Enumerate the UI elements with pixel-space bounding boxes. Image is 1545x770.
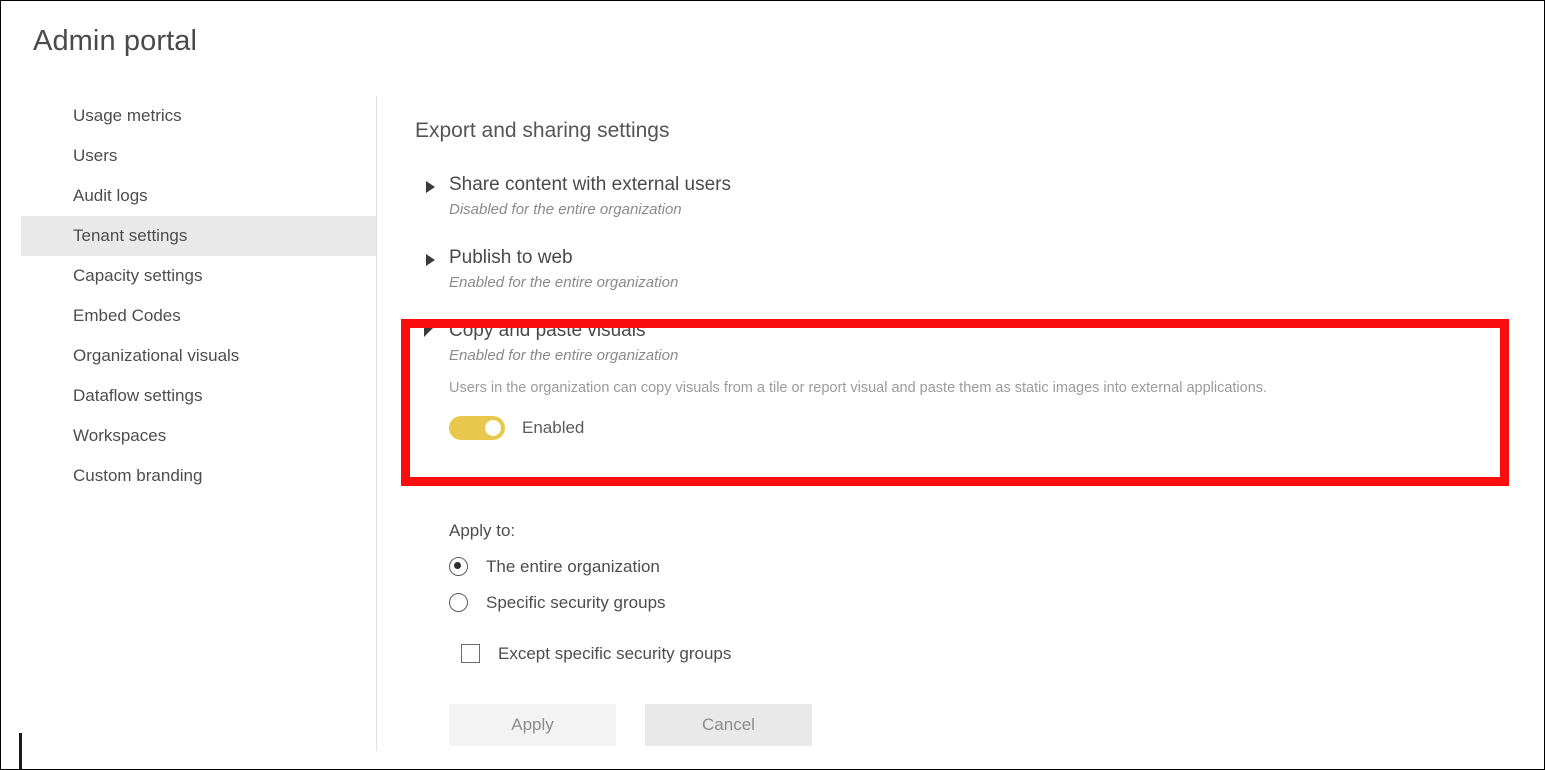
radio-label: The entire organization bbox=[486, 556, 660, 576]
setting-title[interactable]: Share content with external users bbox=[449, 173, 1515, 196]
radio-row-specific-security-groups[interactable]: Specific security groups bbox=[449, 589, 1149, 616]
sidebar-item-label: Audit logs bbox=[73, 186, 148, 205]
radio-entire-organization[interactable] bbox=[449, 557, 468, 576]
sidebar-item-label: Capacity settings bbox=[73, 266, 203, 285]
sidebar-item-tenant-settings[interactable]: Tenant settings bbox=[21, 216, 376, 256]
apply-to-group: Apply to: The entire organization Specif… bbox=[449, 521, 1149, 676]
chevron-right-icon[interactable] bbox=[426, 181, 435, 193]
sidebar-divider bbox=[376, 96, 377, 751]
toggle-knob bbox=[485, 420, 501, 436]
checkbox-row-except-specific-security-groups[interactable]: Except specific security groups bbox=[449, 640, 1149, 667]
cancel-button[interactable]: Cancel bbox=[645, 704, 812, 746]
radio-specific-security-groups[interactable] bbox=[449, 593, 468, 612]
sidebar-item-usage-metrics[interactable]: Usage metrics bbox=[21, 96, 376, 136]
setting-publish-to-web[interactable]: Publish to web Enabled for the entire or… bbox=[415, 246, 1515, 294]
admin-portal-screen: Admin portal Usage metrics Users Audit l… bbox=[0, 0, 1545, 770]
apply-button[interactable]: Apply bbox=[449, 704, 616, 746]
setting-status: Enabled for the entire organization bbox=[449, 347, 679, 364]
main-content: Export and sharing settings Share conten… bbox=[415, 119, 1515, 465]
enabled-toggle[interactable] bbox=[449, 416, 505, 440]
section-heading: Export and sharing settings bbox=[415, 119, 670, 142]
setting-share-content-with-external-users[interactable]: Share content with external users Disabl… bbox=[415, 173, 1515, 221]
sidebar-item-audit-logs[interactable]: Audit logs bbox=[21, 176, 376, 216]
sidebar-item-label: Usage metrics bbox=[73, 106, 182, 125]
setting-title[interactable]: Copy and paste visuals bbox=[449, 319, 1515, 342]
apply-to-label: Apply to: bbox=[449, 521, 516, 540]
sidebar-item-capacity-settings[interactable]: Capacity settings bbox=[21, 256, 376, 296]
checkbox-label: Except specific security groups bbox=[498, 643, 732, 663]
sidebar-item-organizational-visuals[interactable]: Organizational visuals bbox=[21, 336, 376, 376]
checkbox-except-specific-security-groups[interactable] bbox=[461, 644, 480, 663]
radio-row-entire-organization[interactable]: The entire organization bbox=[449, 553, 1149, 580]
action-button-row: Apply Cancel bbox=[449, 704, 812, 746]
radio-label: Specific security groups bbox=[486, 592, 666, 612]
enabled-toggle-row[interactable]: Enabled bbox=[449, 416, 1515, 440]
chevron-right-icon[interactable] bbox=[426, 254, 435, 266]
sidebar-item-label: Custom branding bbox=[73, 466, 203, 485]
sidebar-item-custom-branding[interactable]: Custom branding bbox=[21, 456, 376, 496]
sidebar-nav: Usage metrics Users Audit logs Tenant se… bbox=[21, 96, 376, 496]
sidebar-item-embed-codes[interactable]: Embed Codes bbox=[21, 296, 376, 336]
sidebar-item-label: Organizational visuals bbox=[73, 346, 240, 365]
sidebar-item-label: Dataflow settings bbox=[73, 386, 203, 405]
sidebar-item-label: Embed Codes bbox=[73, 306, 181, 325]
sidebar-item-label: Users bbox=[73, 146, 118, 165]
sidebar-item-users[interactable]: Users bbox=[21, 136, 376, 176]
chevron-down-icon[interactable] bbox=[424, 328, 433, 337]
setting-title[interactable]: Publish to web bbox=[449, 246, 1515, 269]
sidebar-item-dataflow-settings[interactable]: Dataflow settings bbox=[21, 376, 376, 416]
text-caret-marker bbox=[19, 733, 22, 769]
setting-status: Enabled for the entire organization bbox=[449, 274, 679, 291]
setting-copy-and-paste-visuals[interactable]: Copy and paste visuals Enabled for the e… bbox=[415, 319, 1515, 440]
setting-description: Users in the organization can copy visua… bbox=[449, 380, 1268, 396]
sidebar-item-label: Workspaces bbox=[73, 426, 167, 445]
setting-status: Disabled for the entire organization bbox=[449, 201, 682, 218]
toggle-label: Enabled bbox=[522, 418, 585, 437]
sidebar-item-label: Tenant settings bbox=[73, 226, 188, 245]
sidebar-item-workspaces[interactable]: Workspaces bbox=[21, 416, 376, 456]
page-title: Admin portal bbox=[33, 25, 197, 57]
